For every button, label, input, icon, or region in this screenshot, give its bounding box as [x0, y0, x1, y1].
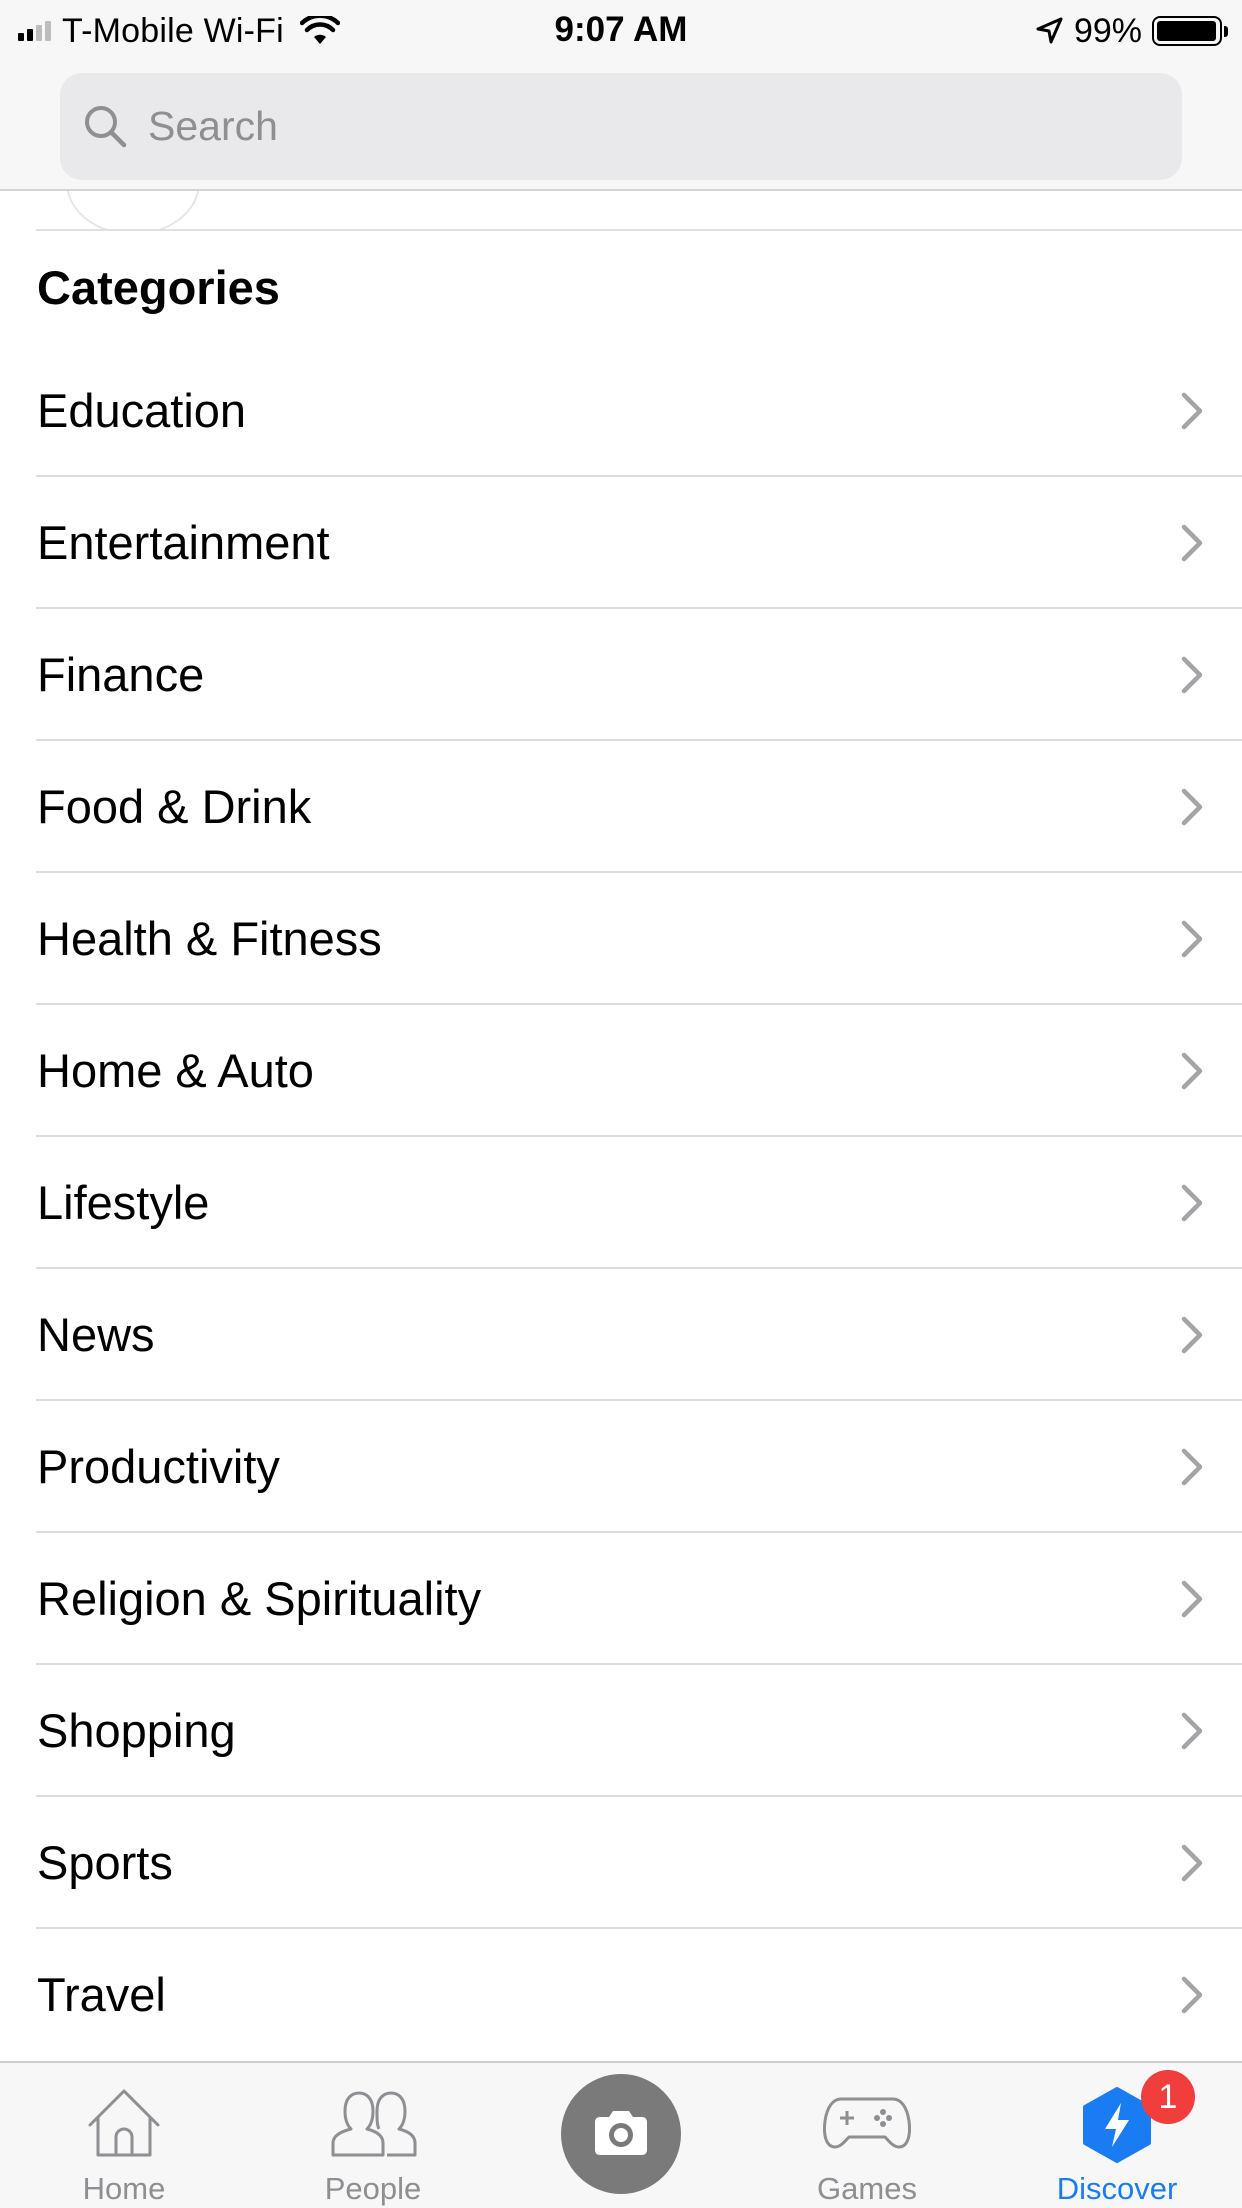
- category-label: Lifestyle: [37, 1176, 210, 1229]
- category-list: Education Entertainment Finance Food & D…: [0, 345, 1242, 2061]
- home-icon: [88, 2089, 160, 2157]
- battery-percent: 99%: [1073, 11, 1142, 50]
- status-right: 99%: [1034, 12, 1228, 50]
- chevron-right-icon: [1181, 524, 1203, 562]
- category-label: Finance: [37, 648, 205, 701]
- tab-people[interactable]: People: [273, 2063, 473, 2208]
- tab-people-label: People: [324, 2171, 422, 2206]
- category-label: Food & Drink: [37, 780, 312, 833]
- category-row[interactable]: Lifestyle: [0, 1137, 1242, 1269]
- category-label: Health & Fitness: [37, 912, 382, 965]
- category-row[interactable]: Religion & Spirituality: [0, 1533, 1242, 1665]
- gamepad-icon: [823, 2097, 911, 2149]
- chevron-right-icon: [1181, 1448, 1203, 1486]
- battery-tip: [1224, 25, 1228, 37]
- tab-games-label: Games: [817, 2171, 917, 2206]
- chevron-right-icon: [1181, 920, 1203, 958]
- search-input[interactable]: [148, 73, 1148, 180]
- chevron-right-icon: [1181, 1844, 1203, 1882]
- divider: [36, 229, 1242, 231]
- status-bar: T-Mobile Wi-Fi 9:07 AM 99%: [0, 0, 1242, 62]
- category-label: News: [37, 1308, 155, 1361]
- category-row[interactable]: Entertainment: [0, 477, 1242, 609]
- chevron-right-icon: [1181, 1316, 1203, 1354]
- scrolled-content-remnant: [0, 191, 1242, 231]
- category-label: Productivity: [37, 1440, 280, 1493]
- notification-badge: 1: [1141, 2070, 1195, 2124]
- location-arrow-icon: [1036, 17, 1063, 44]
- category-label: Sports: [37, 1836, 173, 1889]
- category-row[interactable]: Food & Drink: [0, 741, 1242, 873]
- category-row[interactable]: Finance: [0, 609, 1242, 741]
- battery-icon: [1152, 16, 1222, 46]
- category-label: Home & Auto: [37, 1044, 314, 1097]
- category-label: Travel: [37, 1968, 166, 2021]
- camera-button[interactable]: [561, 2074, 681, 2194]
- people-icon: [331, 2091, 417, 2157]
- search-icon: [85, 106, 127, 148]
- search-header: [0, 62, 1242, 191]
- category-row[interactable]: Shopping: [0, 1665, 1242, 1797]
- category-row[interactable]: Home & Auto: [0, 1005, 1242, 1137]
- chevron-right-icon: [1181, 392, 1203, 430]
- category-label: Education: [37, 384, 247, 437]
- category-row[interactable]: Productivity: [0, 1401, 1242, 1533]
- category-row[interactable]: Sports: [0, 1797, 1242, 1929]
- category-label: Religion & Spirituality: [37, 1572, 482, 1625]
- search-box[interactable]: [60, 73, 1182, 180]
- category-row[interactable]: Education: [0, 345, 1242, 477]
- camera-icon: [595, 2111, 647, 2155]
- category-label: Shopping: [37, 1704, 236, 1757]
- category-row[interactable]: Travel: [0, 1929, 1242, 2061]
- tab-home[interactable]: Home: [24, 2063, 224, 2208]
- chevron-right-icon: [1181, 1712, 1203, 1750]
- chevron-right-icon: [1181, 1976, 1203, 2014]
- tab-discover-label: Discover: [1056, 2171, 1178, 2206]
- category-label: Entertainment: [37, 516, 330, 569]
- categories-title: Categories: [37, 261, 280, 314]
- tab-home-label: Home: [82, 2171, 166, 2206]
- category-row[interactable]: News: [0, 1269, 1242, 1401]
- chevron-right-icon: [1181, 788, 1203, 826]
- tab-games[interactable]: Games: [767, 2063, 967, 2208]
- chevron-right-icon: [1181, 1580, 1203, 1618]
- app-icon-partial: [66, 191, 200, 231]
- category-row[interactable]: Health & Fitness: [0, 873, 1242, 1005]
- tab-bar: Home People Games Discover: [0, 2061, 1242, 2208]
- chevron-right-icon: [1181, 1052, 1203, 1090]
- chevron-right-icon: [1181, 656, 1203, 694]
- battery-level-fill: [1157, 21, 1217, 41]
- chevron-right-icon: [1181, 1184, 1203, 1222]
